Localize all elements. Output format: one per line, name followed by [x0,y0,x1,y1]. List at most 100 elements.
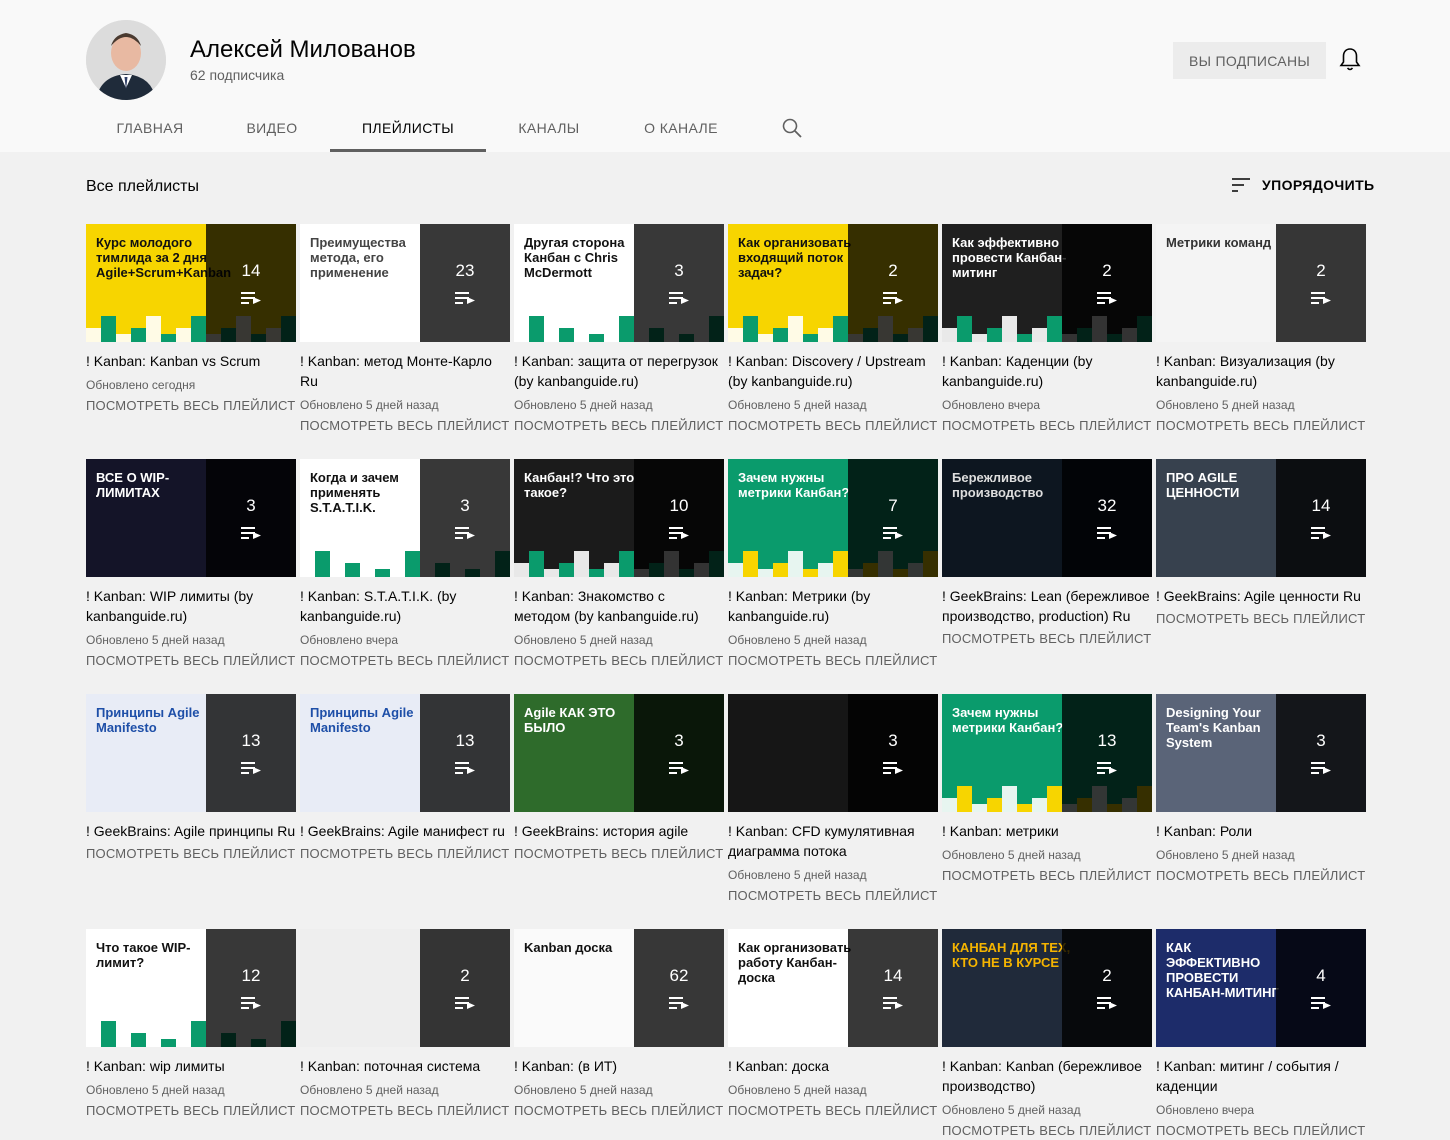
playlist-title[interactable]: ! Kanban: Метрики (by kanbanguide.ru) [728,586,938,626]
playlist-card[interactable]: Метрики команд 2 ! Kanban: Визуализация … [1156,224,1366,435]
view-full-playlist-link[interactable]: ПОСМОТРЕТЬ ВЕСЬ ПЛЕЙЛИСТ [86,845,296,863]
view-full-playlist-link[interactable]: ПОСМОТРЕТЬ ВЕСЬ ПЛЕЙЛИСТ [1156,417,1366,435]
playlist-title[interactable]: ! Kanban: S.T.A.T.I.K. (by kanbanguide.r… [300,586,510,626]
playlist-thumbnail[interactable]: Принципы Agile Manifesto 13 [86,694,296,812]
tab-videos[interactable]: ВИДЕО [214,104,330,152]
sort-button[interactable]: УПОРЯДОЧИТЬ [1230,176,1375,194]
playlist-title[interactable]: ! Kanban: метрики [942,821,1152,841]
view-full-playlist-link[interactable]: ПОСМОТРЕТЬ ВЕСЬ ПЛЕЙЛИСТ [1156,867,1366,885]
playlist-thumbnail[interactable]: Agile КАК ЭТО БЫЛО 3 [514,694,724,812]
playlist-thumbnail[interactable]: КАК ЭФФЕКТИВНО ПРОВЕСТИ КАНБАН-МИТИНГ 4 [1156,929,1366,1047]
playlist-title[interactable]: ! Kanban: CFD кумулятивная диаграмма пот… [728,821,938,861]
playlist-title[interactable]: ! GeekBrains: история agile [514,821,724,841]
playlist-title[interactable]: ! Kanban: WIP лимиты (by kanbanguide.ru) [86,586,296,626]
view-full-playlist-link[interactable]: ПОСМОТРЕТЬ ВЕСЬ ПЛЕЙЛИСТ [300,652,510,670]
playlist-thumbnail[interactable]: ПРО AGILE ЦЕННОСТИ 14 [1156,459,1366,577]
playlist-title[interactable]: ! Kanban: метод Монте-Карло Ru [300,351,510,391]
view-full-playlist-link[interactable]: ПОСМОТРЕТЬ ВЕСЬ ПЛЕЙЛИСТ [86,1102,296,1120]
playlist-card[interactable]: КАК ЭФФЕКТИВНО ПРОВЕСТИ КАНБАН-МИТИНГ 4 … [1156,929,1366,1140]
playlist-thumbnail[interactable]: Курс молодого тимлида за 2 дня Agile+Scr… [86,224,296,342]
playlist-card[interactable]: Принципы Agile Manifesto 13 ! GeekBrains… [300,694,510,863]
playlist-card[interactable]: Как организовать работу Канбан-доска 14 … [728,929,938,1120]
playlist-title[interactable]: ! Kanban: Kanban (бережливое производств… [942,1056,1152,1096]
playlist-card[interactable]: 2 ! Kanban: поточная система Обновлено 5… [300,929,510,1120]
view-full-playlist-link[interactable]: ПОСМОТРЕТЬ ВЕСЬ ПЛЕЙЛИСТ [1156,1122,1366,1140]
playlist-card[interactable]: Курс молодого тимлида за 2 дня Agile+Scr… [86,224,296,415]
playlist-thumbnail[interactable]: Преимущества метода, его применение 23 [300,224,510,342]
tab-about[interactable]: О КАНАЛЕ [612,104,750,152]
view-full-playlist-link[interactable]: ПОСМОТРЕТЬ ВЕСЬ ПЛЕЙЛИСТ [942,630,1152,648]
avatar[interactable] [86,20,166,100]
playlist-card[interactable]: 3 ! Kanban: CFD кумулятивная диаграмма п… [728,694,938,905]
playlist-thumbnail[interactable]: Зачем нужны метрики Канбан? 7 [728,459,938,577]
view-full-playlist-link[interactable]: ПОСМОТРЕТЬ ВЕСЬ ПЛЕЙЛИСТ [942,1122,1152,1140]
playlist-title[interactable]: ! Kanban: wip лимиты [86,1056,296,1076]
view-full-playlist-link[interactable]: ПОСМОТРЕТЬ ВЕСЬ ПЛЕЙЛИСТ [86,397,296,415]
playlist-thumbnail[interactable]: Зачем нужны метрики Канбан? 13 [942,694,1152,812]
view-full-playlist-link[interactable]: ПОСМОТРЕТЬ ВЕСЬ ПЛЕЙЛИСТ [1156,610,1366,628]
playlist-card[interactable]: Другая сторона Канбан с Chris McDermott … [514,224,724,435]
playlist-card[interactable]: Преимущества метода, его применение 23 !… [300,224,510,435]
playlist-card[interactable]: Бережливое производство 32 ! GeekBrains:… [942,459,1152,648]
playlist-title[interactable]: ! Kanban: Роли [1156,821,1366,841]
playlist-card[interactable]: Зачем нужны метрики Канбан? 13 ! Kanban:… [942,694,1152,885]
playlist-card[interactable]: Что такое WIP-лимит? 12 ! Kanban: wip ли… [86,929,296,1120]
view-full-playlist-link[interactable]: ПОСМОТРЕТЬ ВЕСЬ ПЛЕЙЛИСТ [728,887,938,905]
playlist-card[interactable]: Как эффективно провести Канбан-митинг 2 … [942,224,1152,435]
view-full-playlist-link[interactable]: ПОСМОТРЕТЬ ВЕСЬ ПЛЕЙЛИСТ [514,845,724,863]
playlist-card[interactable]: Принципы Agile Manifesto 13 ! GeekBrains… [86,694,296,863]
playlist-thumbnail[interactable]: 3 [728,694,938,812]
playlist-title[interactable]: ! Kanban: Каденции (by kanbanguide.ru) [942,351,1152,391]
playlist-title[interactable]: ! Kanban: доска [728,1056,938,1076]
playlist-thumbnail[interactable]: Designing Your Team's Kanban System 3 [1156,694,1366,812]
playlist-thumbnail[interactable]: КАНБАН ДЛЯ ТЕХ, КТО НЕ В КУРСЕ 2 [942,929,1152,1047]
playlist-title[interactable]: ! GeekBrains: Agile манифест ru [300,821,510,841]
playlist-thumbnail[interactable]: Другая сторона Канбан с Chris McDermott … [514,224,724,342]
view-full-playlist-link[interactable]: ПОСМОТРЕТЬ ВЕСЬ ПЛЕЙЛИСТ [86,652,296,670]
view-full-playlist-link[interactable]: ПОСМОТРЕТЬ ВЕСЬ ПЛЕЙЛИСТ [300,1102,510,1120]
playlist-title[interactable]: ! Kanban: Discovery / Upstream (by kanba… [728,351,938,391]
playlist-card[interactable]: Канбан!? Что это такое? 10 ! Kanban: Зна… [514,459,724,670]
playlist-thumbnail[interactable]: Что такое WIP-лимит? 12 [86,929,296,1047]
playlist-card[interactable]: Agile КАК ЭТО БЫЛО 3 ! GeekBrains: истор… [514,694,724,863]
playlist-thumbnail[interactable]: Как эффективно провести Канбан-митинг 2 [942,224,1152,342]
view-full-playlist-link[interactable]: ПОСМОТРЕТЬ ВЕСЬ ПЛЕЙЛИСТ [728,417,938,435]
tab-home[interactable]: ГЛАВНАЯ [86,104,214,152]
playlist-thumbnail[interactable]: Метрики команд 2 [1156,224,1366,342]
playlist-thumbnail[interactable]: Как организовать работу Канбан-доска 14 [728,929,938,1047]
playlist-thumbnail[interactable]: Принципы Agile Manifesto 13 [300,694,510,812]
playlist-title[interactable]: ! Kanban: Kanban vs Scrum [86,351,296,371]
view-full-playlist-link[interactable]: ПОСМОТРЕТЬ ВЕСЬ ПЛЕЙЛИСТ [300,845,510,863]
view-full-playlist-link[interactable]: ПОСМОТРЕТЬ ВЕСЬ ПЛЕЙЛИСТ [514,417,724,435]
playlist-title[interactable]: ! Kanban: защита от перегрузок (by kanba… [514,351,724,391]
playlist-title[interactable]: ! Kanban: Знакомство с методом (by kanba… [514,586,724,626]
playlist-card[interactable]: ВСЕ О WIP-ЛИМИТАХ 3 ! Kanban: WIP лимиты… [86,459,296,670]
playlist-thumbnail[interactable]: ВСЕ О WIP-ЛИМИТАХ 3 [86,459,296,577]
view-full-playlist-link[interactable]: ПОСМОТРЕТЬ ВЕСЬ ПЛЕЙЛИСТ [942,417,1152,435]
view-full-playlist-link[interactable]: ПОСМОТРЕТЬ ВЕСЬ ПЛЕЙЛИСТ [300,417,510,435]
playlist-title[interactable]: ! Kanban: (в ИТ) [514,1056,724,1076]
playlist-title[interactable]: ! GeekBrains: Agile ценности Ru [1156,586,1366,606]
playlist-thumbnail[interactable]: Канбан!? Что это такое? 10 [514,459,724,577]
subscribed-button[interactable]: ВЫ ПОДПИСАНЫ [1173,42,1326,79]
playlist-thumbnail[interactable]: Как организовать входящий поток задач? 2 [728,224,938,342]
search-icon[interactable] [780,116,804,140]
tab-playlists[interactable]: ПЛЕЙЛИСТЫ [330,104,486,152]
playlist-card[interactable]: КАНБАН ДЛЯ ТЕХ, КТО НЕ В КУРСЕ 2 ! Kanba… [942,929,1152,1140]
playlist-thumbnail[interactable]: Когда и зачем применять S.T.A.T.I.K. 3 [300,459,510,577]
playlist-thumbnail[interactable]: Бережливое производство 32 [942,459,1152,577]
playlist-title[interactable]: ! Kanban: митинг / события / каденции [1156,1056,1366,1096]
playlist-card[interactable]: Designing Your Team's Kanban System 3 ! … [1156,694,1366,885]
playlist-thumbnail[interactable]: 2 [300,929,510,1047]
tab-channels[interactable]: КАНАЛЫ [486,104,612,152]
playlist-title[interactable]: ! Kanban: Визуализация (by kanbanguide.r… [1156,351,1366,391]
view-full-playlist-link[interactable]: ПОСМОТРЕТЬ ВЕСЬ ПЛЕЙЛИСТ [728,1102,938,1120]
playlist-card[interactable]: Когда и зачем применять S.T.A.T.I.K. 3 !… [300,459,510,670]
view-full-playlist-link[interactable]: ПОСМОТРЕТЬ ВЕСЬ ПЛЕЙЛИСТ [728,652,938,670]
playlist-card[interactable]: Зачем нужны метрики Канбан? 7 ! Kanban: … [728,459,938,670]
playlist-title[interactable]: ! GeekBrains: Lean (бережливое производс… [942,586,1152,626]
playlist-card[interactable]: ПРО AGILE ЦЕННОСТИ 14 ! GeekBrains: Agil… [1156,459,1366,628]
playlist-thumbnail[interactable]: Kanban доска 62 [514,929,724,1047]
view-full-playlist-link[interactable]: ПОСМОТРЕТЬ ВЕСЬ ПЛЕЙЛИСТ [514,652,724,670]
bell-icon[interactable] [1338,47,1362,73]
